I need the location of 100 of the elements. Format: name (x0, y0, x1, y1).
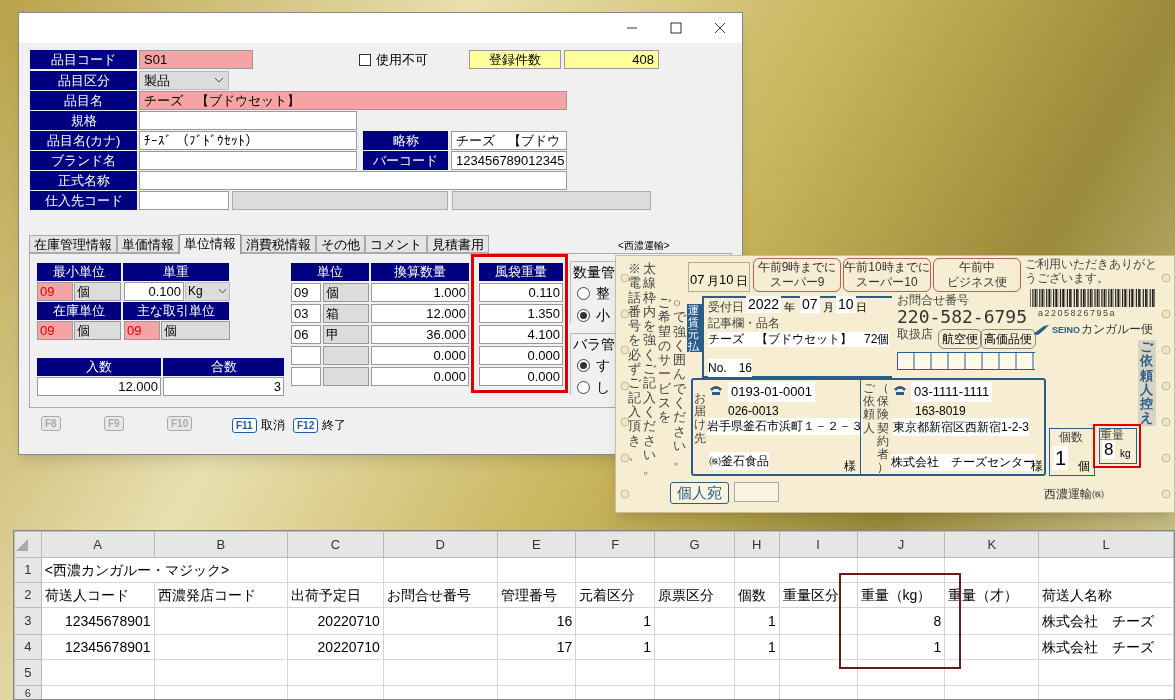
service-option[interactable]: 午前10時までに スーパー10 (843, 258, 931, 292)
radio-option[interactable]: 整 (577, 285, 610, 301)
row-header[interactable]: 4 (14, 634, 42, 660)
service-option[interactable]: 午前中 ビジネス便 (933, 258, 1021, 292)
phone-icon (893, 384, 907, 396)
radio-option[interactable]: し (577, 379, 610, 395)
label-text: 月 (823, 300, 834, 315)
column-header[interactable]: G (654, 531, 735, 558)
sheet-cell: 1 (734, 634, 780, 660)
table-cell (323, 366, 369, 386)
function-key[interactable]: F11 (232, 417, 257, 433)
column-header[interactable]: C (287, 531, 384, 558)
radio-option[interactable]: 小 (577, 307, 610, 323)
number-field[interactable]: 0.100 (124, 281, 184, 301)
text-field[interactable] (139, 170, 567, 190)
number-field[interactable]: 12.000 (37, 376, 161, 396)
pieces-value: 1 (1053, 446, 1069, 470)
sheet-cell: 荷送人名称 (1038, 582, 1174, 608)
phone-number: 0193-01-0001 (728, 382, 815, 402)
text-field[interactable]: S01 (139, 50, 253, 70)
tab[interactable]: 単位情報 (179, 233, 241, 254)
column-header[interactable]: I (779, 531, 857, 558)
tab[interactable]: コメント (365, 234, 427, 253)
radio-button[interactable] (577, 308, 590, 322)
tab[interactable]: 単価情報 (117, 234, 179, 253)
function-key[interactable]: F12 (293, 417, 319, 433)
number-field[interactable]: 0.000 (371, 366, 469, 386)
column-header[interactable]: A (41, 531, 155, 558)
code-field[interactable] (291, 366, 321, 386)
code-field[interactable] (291, 345, 321, 365)
radio-option[interactable]: す (577, 357, 610, 373)
column-header: 換算数量 (371, 262, 469, 281)
tab[interactable]: その他 (316, 234, 365, 253)
unit-dropdown[interactable]: Kg (185, 281, 230, 301)
dropdown[interactable]: 製品 (139, 70, 229, 90)
label-text: 受付日 (708, 299, 744, 316)
corner-triangle-icon (15, 537, 29, 552)
column-header[interactable]: H (734, 531, 780, 558)
number-field[interactable]: 0.110 (479, 282, 563, 302)
option-stamp[interactable]: 航空便 (938, 329, 982, 349)
number-field[interactable]: 0.000 (479, 366, 563, 386)
number-field[interactable]: 0.000 (371, 345, 469, 365)
number-field[interactable]: 3 (163, 376, 284, 396)
table-cell: 09 (37, 281, 73, 301)
table-cell (323, 345, 369, 365)
column-header[interactable]: B (154, 531, 288, 558)
date-value: 07 (690, 271, 705, 289)
row-header[interactable]: 5 (14, 659, 42, 686)
date-box (688, 262, 750, 292)
phone-number: 03-1111-1111 (911, 382, 993, 402)
weight-value: 8 (1102, 441, 1116, 459)
column-header: 単重 (123, 262, 229, 281)
honorific-text: 様 (844, 458, 856, 475)
checkbox[interactable] (359, 53, 371, 66)
label-text: kg (1120, 448, 1131, 459)
radio-button[interactable] (577, 380, 590, 394)
select-all-corner[interactable] (14, 531, 42, 558)
column-header[interactable]: K (944, 531, 1039, 558)
number-field[interactable]: 36.000 (371, 324, 469, 344)
count-value: 408 (564, 50, 659, 70)
number-field[interactable]: 1.000 (371, 282, 469, 302)
maximize-icon (670, 22, 682, 34)
column-header[interactable]: E (497, 531, 576, 558)
row-header[interactable]: 1 (14, 557, 42, 583)
text-field[interactable] (139, 110, 357, 130)
code-field[interactable]: 09 (291, 282, 321, 302)
service-option[interactable]: 午前9時までに スーパー9 (753, 258, 841, 292)
sheet-cell: 16 (497, 607, 576, 635)
postal-code: 026-0013 (728, 403, 779, 420)
tab[interactable]: 見積書用 (427, 234, 489, 253)
column-header[interactable]: J (857, 531, 945, 558)
text-field[interactable] (139, 150, 357, 170)
sheet-cell: <西濃カンガルー・マジック> (41, 557, 288, 583)
text-field[interactable]: チーズ 【ブドウ (451, 130, 567, 150)
field-label: 品目区分 (30, 70, 137, 90)
sheet-cell: 17 (497, 634, 576, 660)
row-header[interactable]: 3 (14, 607, 42, 635)
column-header[interactable]: F (575, 531, 655, 558)
column-header[interactable]: L (1038, 531, 1174, 558)
sheet-cell: 原票区分 (654, 582, 735, 608)
tab[interactable]: 在庫管理情報 (29, 234, 117, 253)
radio-button[interactable] (577, 286, 590, 300)
column-header[interactable]: D (383, 531, 498, 558)
code-field[interactable]: 06 (291, 324, 321, 344)
number-field[interactable]: 1.350 (479, 303, 563, 323)
number-field[interactable]: 12.000 (371, 303, 469, 323)
tab[interactable]: 消費税情報 (241, 234, 316, 253)
radio-button[interactable] (577, 358, 590, 372)
code-field[interactable]: 03 (291, 303, 321, 323)
text-field[interactable]: チーズ 【ブドウセット】 (139, 90, 567, 110)
option-stamp[interactable]: 高価品便 (980, 329, 1036, 349)
number-field[interactable]: 4.100 (479, 324, 563, 344)
field-label: 品目コード (30, 50, 137, 70)
text-field[interactable]: ﾁｰｽﾞ （ﾌﾞﾄﾞｳｾｯﾄ） (139, 130, 357, 150)
sheet-cell: 1 (734, 607, 780, 635)
text-field[interactable] (139, 190, 229, 210)
number-field[interactable]: 0.000 (479, 345, 563, 365)
row-header[interactable]: 2 (14, 582, 42, 608)
sheet-cell: 個数 (734, 582, 780, 608)
text-field[interactable]: 123456789012345 (451, 150, 567, 170)
